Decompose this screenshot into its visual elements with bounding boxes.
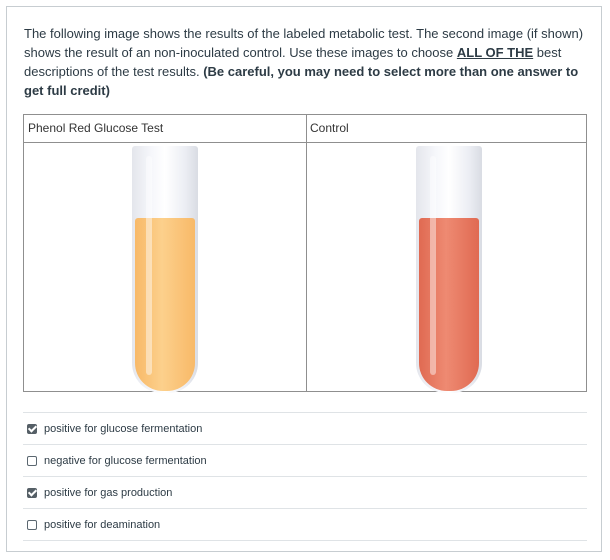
answer-list: positive for glucose fermentation negati…: [23, 412, 587, 541]
control-tube-shine: [430, 156, 436, 375]
checkbox[interactable]: [27, 487, 37, 498]
answer-option[interactable]: negative for glucose fermentation: [23, 444, 587, 476]
test-tube-shine: [146, 156, 152, 375]
answer-label: positive for deamination: [44, 518, 161, 531]
control-column-header: Control: [306, 115, 586, 143]
test-column: Phenol Red Glucose Test: [24, 115, 307, 393]
control-image-area: [306, 143, 586, 393]
answer-option[interactable]: positive for glucose fermentation: [23, 412, 587, 444]
checkbox[interactable]: [27, 423, 37, 434]
checkbox[interactable]: [27, 519, 37, 530]
control-column: Control: [306, 115, 586, 393]
answer-label: positive for glucose fermentation: [44, 422, 203, 435]
checkbox[interactable]: [27, 455, 37, 466]
test-tube-image: [132, 146, 198, 393]
control-tube-liquid: [419, 218, 479, 391]
control-tube-image: [416, 146, 482, 393]
test-tube-liquid: [135, 218, 195, 391]
answer-option[interactable]: positive for gas production: [23, 476, 587, 508]
question-emphasis: ALL OF THE: [456, 45, 534, 60]
question-text: The following image shows the results of…: [24, 24, 590, 100]
test-column-header: Phenol Red Glucose Test: [24, 115, 306, 143]
test-image-area: [24, 143, 306, 393]
result-images-table: Phenol Red Glucose Test Control: [23, 114, 587, 393]
answer-label: negative for glucose fermentation: [44, 454, 207, 467]
answer-option[interactable]: positive for deamination: [23, 508, 587, 541]
answer-label: positive for gas production: [44, 486, 173, 499]
